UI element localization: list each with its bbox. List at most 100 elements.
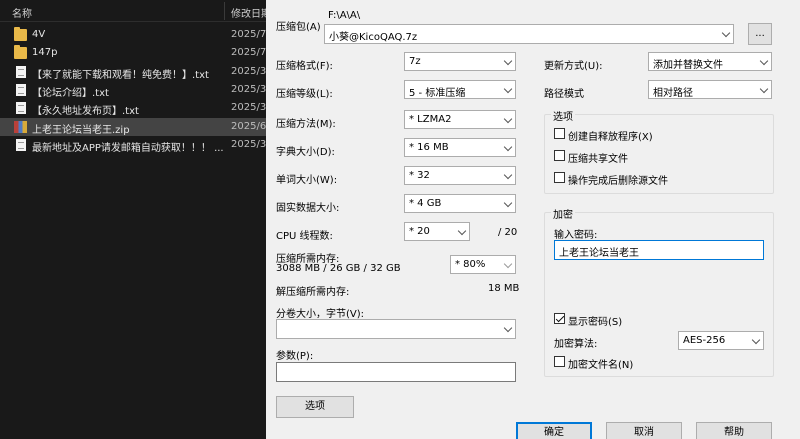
file-row[interactable]: 147p 2025/7,	[0, 44, 266, 62]
shared-checkbox[interactable]	[554, 150, 565, 161]
mem-decomp-value: 18 MB	[488, 283, 520, 294]
file-row[interactable]: 最新地址及APP请发邮箱自动获取！！！ ... 2025/3,	[0, 136, 266, 154]
shared-label[interactable]: 压缩共享文件	[568, 150, 628, 165]
word-value: * 32	[409, 170, 430, 181]
encrypt-names-checkbox[interactable]	[554, 356, 565, 367]
mem-percent-select[interactable]: * 80%	[450, 255, 516, 274]
dict-select[interactable]: * 16 MB	[404, 138, 516, 157]
solid-value: * 4 GB	[409, 198, 442, 209]
zip-archive-icon	[14, 120, 27, 133]
file-name: 最新地址及APP请发邮箱自动获取！！！ ...	[32, 142, 224, 154]
file-name: 【来了就能下载和观看！纯免费！】.txt	[32, 69, 209, 81]
chevron-down-icon	[503, 259, 513, 269]
browse-button[interactable]: ...	[748, 23, 772, 45]
level-label: 压缩等级(L):	[276, 89, 333, 100]
file-row[interactable]: 上老王论坛当老王.zip 2025/6,	[0, 117, 266, 136]
dict-label: 字典大小(D):	[276, 147, 335, 158]
help-button[interactable]: 帮助	[696, 422, 772, 439]
archive-label: 压缩包(A)	[276, 22, 321, 33]
path-value: 相对路径	[653, 88, 693, 99]
chevron-down-icon	[721, 28, 731, 38]
sfx-checkbox[interactable]	[554, 128, 565, 139]
column-divider[interactable]	[224, 2, 225, 20]
options-group-title: 选项	[551, 108, 575, 123]
method-label: 压缩方法(M):	[276, 119, 336, 130]
update-label: 更新方式(U):	[544, 61, 603, 72]
text-file-icon	[16, 65, 26, 78]
file-date: 2025/7,	[231, 29, 266, 40]
update-select[interactable]: 添加并替换文件	[648, 52, 772, 71]
file-name: 【永久地址发布页】.txt	[32, 106, 139, 118]
text-file-icon	[16, 83, 26, 96]
format-value: 7z	[409, 56, 421, 67]
archive-path: F:\A\A\	[328, 10, 361, 21]
options-button[interactable]: 选项	[276, 396, 354, 418]
level-value: 5 - 标准压缩	[409, 88, 466, 99]
file-row[interactable]: 4V 2025/7,	[0, 26, 266, 44]
file-name: 上老王论坛当老王.zip	[32, 124, 130, 136]
folder-icon	[14, 45, 27, 60]
path-select[interactable]: 相对路径	[648, 80, 772, 99]
column-name[interactable]: 名称	[12, 5, 32, 20]
file-date: 2025/7,	[231, 47, 266, 59]
file-name: 【论坛介绍】.txt	[32, 87, 109, 99]
chevron-down-icon	[503, 84, 513, 94]
chevron-down-icon	[503, 56, 513, 66]
enc-method-label: 加密算法:	[554, 339, 598, 350]
file-name: 147p	[32, 47, 58, 59]
dict-value: * 16 MB	[409, 142, 449, 153]
format-label: 压缩格式(F):	[276, 61, 333, 72]
mem-decomp-label: 解压缩所需内存:	[276, 287, 350, 298]
cpu-select[interactable]: * 20	[404, 222, 470, 241]
add-to-archive-dialog: 压缩包(A) F:\A\A\ 小葵@KicoQAQ.7z ... 压缩格式(F)…	[266, 0, 800, 439]
folder-icon	[14, 27, 27, 41]
method-select[interactable]: * LZMA2	[404, 110, 516, 129]
params-label: 参数(P):	[276, 351, 314, 362]
file-row[interactable]: 【永久地址发布页】.txt 2025/3,	[0, 99, 266, 117]
text-file-icon	[16, 138, 26, 151]
cpu-value: * 20	[409, 226, 430, 237]
password-input[interactable]: 上老王论坛当老王	[554, 240, 764, 260]
file-date: 2025/6,	[231, 120, 266, 132]
column-header: ^ 名称 修改日期	[0, 0, 266, 22]
sfx-label[interactable]: 创建自释放程序(X)	[568, 128, 653, 143]
password-label: 输入密码:	[554, 230, 598, 241]
split-combo[interactable]	[276, 319, 516, 339]
file-explorer: ^ 名称 修改日期 4V 2025/7, 147p 2025/7, 【来了就能下载和观看…	[0, 0, 266, 439]
ok-button[interactable]: 确定	[516, 422, 592, 439]
cancel-button[interactable]: 取消	[606, 422, 682, 439]
file-date: 2025/3,	[231, 138, 266, 150]
text-file-icon	[16, 102, 26, 115]
params-input[interactable]	[276, 362, 516, 382]
file-row[interactable]: 【论坛介绍】.txt 2025/3,	[0, 81, 266, 99]
method-value: * LZMA2	[409, 114, 452, 125]
chevron-down-icon	[503, 198, 513, 208]
solid-select[interactable]: * 4 GB	[404, 194, 516, 213]
file-date: 2025/3,	[231, 83, 266, 95]
chevron-down-icon	[503, 170, 513, 180]
mem-comp-value: 3088 MB / 26 GB / 32 GB	[276, 263, 401, 274]
format-select[interactable]: 7z	[404, 52, 516, 71]
chevron-down-icon	[457, 226, 467, 236]
delete-checkbox[interactable]	[554, 172, 565, 183]
enc-method-value: AES-256	[683, 335, 726, 346]
encryption-group-title: 加密	[551, 206, 575, 221]
show-password-label[interactable]: 显示密码(S)	[568, 313, 622, 328]
archive-name-value: 小葵@KicoQAQ.7z	[329, 32, 418, 43]
chevron-down-icon	[503, 142, 513, 152]
archive-name-combo[interactable]: 小葵@KicoQAQ.7z	[324, 24, 734, 44]
file-date: 2025/3,	[231, 102, 266, 114]
file-name: 4V	[32, 29, 46, 40]
word-select[interactable]: * 32	[404, 166, 516, 185]
chevron-down-icon	[759, 84, 769, 94]
level-select[interactable]: 5 - 标准压缩	[404, 80, 516, 99]
encrypt-names-label[interactable]: 加密文件名(N)	[568, 356, 633, 371]
show-password-checkbox[interactable]	[554, 313, 565, 324]
enc-method-select[interactable]: AES-256	[678, 331, 764, 350]
solid-label: 固实数据大小:	[276, 203, 340, 214]
delete-label[interactable]: 操作完成后删除源文件	[568, 172, 668, 187]
chevron-down-icon	[751, 335, 761, 345]
column-date-modified[interactable]: 修改日期	[231, 5, 266, 20]
sort-caret-icon: ^	[114, 0, 122, 5]
file-row[interactable]: 【来了就能下载和观看！纯免费！】.txt 2025/3,	[0, 63, 266, 81]
